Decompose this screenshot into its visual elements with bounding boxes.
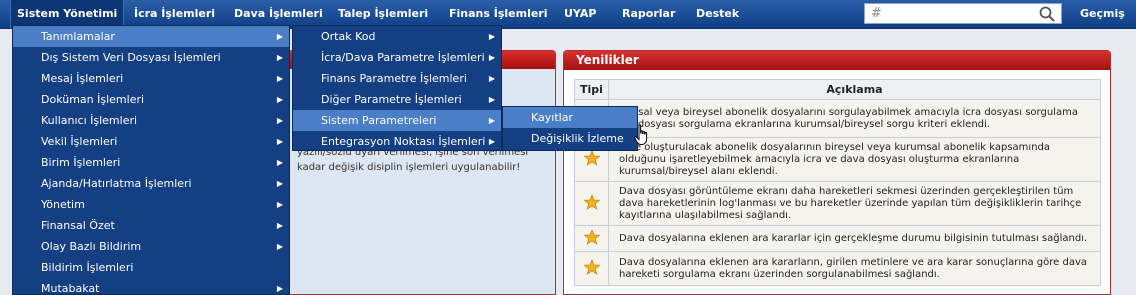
star-icon xyxy=(583,228,600,245)
chevron-right-icon: ▶ xyxy=(276,221,283,230)
menu-item-label: Kullanıcı İşlemleri xyxy=(41,114,138,127)
menu-item-yonetim[interactable]: Yönetim ▶ xyxy=(13,194,289,215)
menu-item-label: Olay Bazlı Bildirim xyxy=(41,240,142,253)
menu-item-label: Mesaj İşlemleri xyxy=(41,72,124,85)
menu-item-label: Ajanda/Hatırlatma İşlemleri xyxy=(41,177,192,190)
chevron-right-icon: ▶ xyxy=(276,74,283,83)
menu-item-label: Finans Parametre İşlemleri xyxy=(321,72,467,85)
tanimlamalar-submenu: Ortak Kod ▶ İcra/Dava Parametre İşlemleri… xyxy=(292,25,502,151)
menu-item-label: Finansal Özet xyxy=(41,219,115,232)
chevron-right-icon: ▶ xyxy=(488,53,495,62)
chevron-right-icon: ▶ xyxy=(276,53,283,62)
chevron-right-icon: ▶ xyxy=(276,200,283,209)
menu-item-label: Sistem Parametreleri xyxy=(321,114,437,127)
nav-destek[interactable]: Destek xyxy=(696,0,739,28)
search-icon[interactable] xyxy=(1039,6,1055,22)
chevron-right-icon: ▶ xyxy=(276,32,283,41)
nav-uyap[interactable]: UYAP xyxy=(564,0,596,28)
menu-item-mutabakat[interactable]: Mutabakat ▶ xyxy=(13,278,289,295)
nav-sistem-yonetimi[interactable]: Sistem Yönetimi xyxy=(10,0,125,28)
chevron-right-icon: ▶ xyxy=(276,95,283,104)
menu-item-label: Doküman İşlemleri xyxy=(41,93,145,106)
submenu-item-icra-dava-parametre[interactable]: İcra/Dava Parametre İşlemleri ▶ xyxy=(293,47,501,68)
column-header-description: Açıklama xyxy=(608,79,1101,100)
news-description: ...msal veya bireysel abonelik dosyaları… xyxy=(608,99,1101,138)
submenu-item-entegrasyon[interactable]: Entegrasyon Noktası İşlemleri ▶ xyxy=(293,131,501,152)
nav-raporlar[interactable]: Raporlar xyxy=(622,0,675,28)
table-row: Dava dosyalarına eklenen ara kararlar iç… xyxy=(574,225,1101,252)
star-cell xyxy=(574,225,609,252)
table-row: ...de oluşturulacak abonelik dosyalarını… xyxy=(574,137,1101,182)
menu-item-birim[interactable]: Birim İşlemleri ▶ xyxy=(13,152,289,173)
submenu-item-sistem-parametreleri[interactable]: Sistem Parametreleri ▶ xyxy=(293,110,501,131)
menu-item-label: Vekil İşlemleri xyxy=(41,135,118,148)
chevron-right-icon: ▶ xyxy=(488,32,495,41)
menu-item-label: Mutabakat xyxy=(41,282,100,295)
news-description: ...de oluşturulacak abonelik dosyalarını… xyxy=(608,137,1101,182)
submenu-item-degisiklik-izleme[interactable]: Değişiklik İzleme xyxy=(503,128,637,149)
chevron-right-icon: ▶ xyxy=(276,284,283,293)
menu-item-label: Tanımlamalar xyxy=(41,30,115,43)
submenu-item-kayitlar[interactable]: Kayıtlar xyxy=(503,107,637,128)
sistem-parametreleri-submenu: Kayıtlar Değişiklik İzleme xyxy=(502,106,638,151)
column-header-type: Tipi xyxy=(574,79,609,100)
menu-item-kullanici[interactable]: Kullanıcı İşlemleri ▶ xyxy=(13,110,289,131)
hand-cursor-icon xyxy=(634,124,648,145)
news-description: Dava dosyası görüntüleme ekranı daha har… xyxy=(608,181,1101,226)
menu-item-finansal-ozet[interactable]: Finansal Özet ▶ xyxy=(13,215,289,236)
star-cell xyxy=(574,251,609,286)
table-row: ...msal veya bireysel abonelik dosyaları… xyxy=(574,99,1101,138)
table-row: Dava dosyalarına eklenen ara kararların,… xyxy=(574,251,1101,286)
menu-item-label: Birim İşlemleri xyxy=(41,156,121,169)
news-panel: Yenilikler Tipi Açıklama ...msal veya bi… xyxy=(563,50,1111,295)
chevron-right-icon: ▶ xyxy=(276,179,283,188)
system-menu-dropdown: Tanımlamalar ▶ Dış Sistem Veri Dosyası İş… xyxy=(12,25,290,295)
submenu-item-finans-parametre[interactable]: Finans Parametre İşlemleri ▶ xyxy=(293,68,501,89)
chevron-right-icon: ▶ xyxy=(276,158,283,167)
menu-item-mesaj[interactable]: Mesaj İşlemleri ▶ xyxy=(13,68,289,89)
chevron-right-icon: ▶ xyxy=(276,242,283,251)
news-description: Dava dosyalarına eklenen ara kararlar iç… xyxy=(608,225,1101,252)
news-table: Tipi Açıklama ...msal veya bireysel abon… xyxy=(574,79,1101,286)
nav-icra-islemleri[interactable]: İcra İşlemleri xyxy=(134,0,215,28)
menu-item-label: Diğer Parametre İşlemleri xyxy=(321,93,462,106)
nav-talep-islemleri[interactable]: Talep İşlemleri xyxy=(338,0,428,28)
menu-item-label: Bildirim İşlemleri xyxy=(41,261,134,274)
nav-dava-islemleri[interactable]: Dava İşlemleri xyxy=(234,0,323,28)
news-description: Dava dosyalarına eklenen ara kararların,… xyxy=(608,251,1101,286)
menu-item-label: Entegrasyon Noktası İşlemleri xyxy=(321,135,486,148)
left-panel-line: kadar değişik disiplin işlemleri uygulan… xyxy=(297,162,521,173)
menu-item-label: Yönetim xyxy=(41,198,85,211)
star-icon xyxy=(583,149,600,166)
chevron-right-icon: ▶ xyxy=(488,74,495,83)
menu-item-label: Dış Sistem Veri Dosyası İşlemleri xyxy=(41,51,221,64)
history-link[interactable]: Geçmiş xyxy=(1080,0,1125,28)
menu-item-label: Ortak Kod xyxy=(321,30,376,43)
menu-item-vekil[interactable]: Vekil İşlemleri ▶ xyxy=(13,131,289,152)
chevron-right-icon: ▶ xyxy=(488,116,495,125)
chevron-right-icon: ▶ xyxy=(488,95,495,104)
star-icon xyxy=(583,193,600,210)
star-icon xyxy=(583,258,600,275)
menu-item-tanimlamalar[interactable]: Tanımlamalar ▶ xyxy=(13,26,289,47)
table-row: Dava dosyası görüntüleme ekranı daha har… xyxy=(574,181,1101,226)
star-cell xyxy=(574,181,609,226)
menu-item-olay-bazli[interactable]: Olay Bazlı Bildirim ▶ xyxy=(13,236,289,257)
search-placeholder: # xyxy=(871,6,882,21)
menu-item-ajanda[interactable]: Ajanda/Hatırlatma İşlemleri ▶ xyxy=(13,173,289,194)
menu-item-dokuman[interactable]: Doküman İşlemleri ▶ xyxy=(13,89,289,110)
search-input[interactable]: # xyxy=(864,3,1062,24)
chevron-right-icon: ▶ xyxy=(276,137,283,146)
chevron-right-icon: ▶ xyxy=(488,137,495,146)
submenu-item-ortak-kod[interactable]: Ortak Kod ▶ xyxy=(293,26,501,47)
chevron-right-icon: ▶ xyxy=(276,116,283,125)
menu-item-label: İcra/Dava Parametre İşlemleri xyxy=(321,51,485,64)
menu-item-dis-sistem[interactable]: Dış Sistem Veri Dosyası İşlemleri ▶ xyxy=(13,47,289,68)
menu-item-bildirim[interactable]: Bildirim İşlemleri xyxy=(13,257,289,278)
submenu-item-diger-parametre[interactable]: Diğer Parametre İşlemleri ▶ xyxy=(293,89,501,110)
nav-finans-islemleri[interactable]: Finans İşlemleri xyxy=(449,0,548,28)
news-panel-title: Yenilikler xyxy=(564,51,1110,70)
